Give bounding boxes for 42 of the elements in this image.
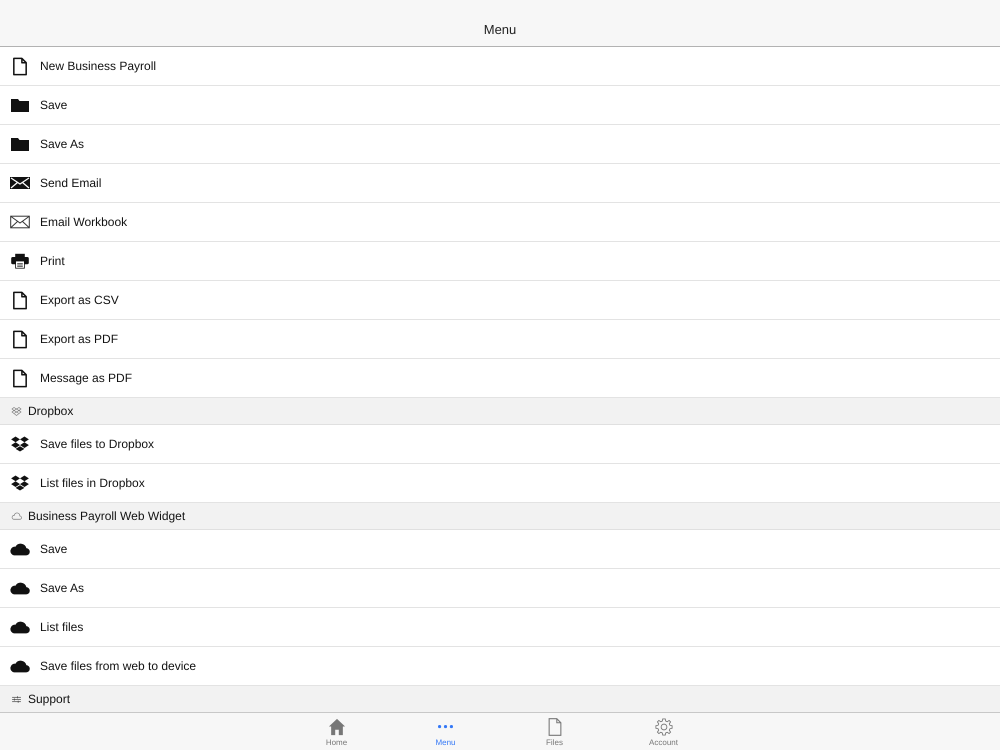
menu-item[interactable]: Print	[0, 242, 1000, 281]
cloud-icon	[10, 658, 30, 674]
menu-item[interactable]: Export as CSV	[0, 281, 1000, 320]
tab-button[interactable]: Menu	[391, 713, 500, 750]
document-icon	[12, 368, 28, 388]
menu-item[interactable]: Send Email	[0, 164, 1000, 203]
home-icon	[328, 718, 346, 736]
document-icon	[12, 56, 28, 76]
menu-item[interactable]: Save As	[0, 569, 1000, 608]
folder-icon	[10, 97, 30, 113]
menu-item[interactable]: New Business Payroll	[0, 47, 1000, 86]
section-title: Support	[28, 692, 70, 706]
menu-item[interactable]: Email Workbook	[0, 203, 1000, 242]
cloud-icon	[10, 619, 30, 635]
tab-button[interactable]: Account	[609, 713, 718, 750]
tab-button[interactable]: Home	[282, 713, 391, 750]
menu-item[interactable]: Save files to Dropbox	[0, 425, 1000, 464]
envelope-icon	[10, 175, 30, 191]
menu-item[interactable]: Save	[0, 530, 1000, 569]
dropbox-icon	[11, 406, 22, 416]
menu-item[interactable]: Export as PDF	[0, 320, 1000, 359]
envelope-icon	[10, 214, 30, 230]
header-title: Menu	[484, 22, 516, 37]
tab-button[interactable]: Files	[500, 713, 609, 750]
document-icon	[12, 330, 28, 348]
more-icon	[438, 725, 453, 729]
section-title: Business Payroll Web Widget	[28, 509, 186, 523]
menu-item[interactable]: Save As	[0, 125, 1000, 164]
section-title: Dropbox	[28, 404, 74, 418]
dropbox-icon	[10, 436, 30, 452]
dropbox-icon	[10, 475, 30, 491]
sliders-icon	[11, 694, 22, 704]
menu-item[interactable]: List files	[0, 608, 1000, 647]
document-icon	[546, 718, 564, 736]
document-icon	[12, 290, 28, 310]
settings-icon	[654, 718, 672, 736]
printer-icon	[10, 253, 30, 269]
cloud-icon	[10, 580, 30, 596]
cloud-icon	[10, 541, 30, 557]
folder-icon	[10, 136, 30, 152]
cloud-icon	[11, 512, 22, 520]
menu-item[interactable]: Save	[0, 86, 1000, 125]
